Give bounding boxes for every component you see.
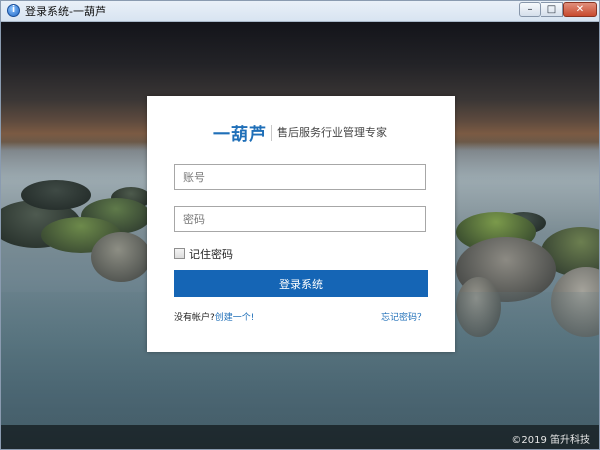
brand-slogan: 售后服务行业管理专家 bbox=[277, 126, 387, 139]
no-account-text: 没有帐户? bbox=[174, 313, 215, 323]
password-field[interactable] bbox=[174, 206, 426, 232]
forgot-password-link[interactable]: 忘记密码？ bbox=[381, 310, 426, 323]
footer-bar: ©2019 笛升科技 bbox=[1, 425, 599, 449]
close-icon: ✕ bbox=[575, 4, 585, 15]
remember-label[interactable]: 记住密码 bbox=[189, 246, 233, 262]
login-window: i 登录系统-一葫芦 – □ ✕ 一葫芦 售后服务行业管理专家 账号 记住密码 … bbox=[0, 0, 600, 450]
window-title: 登录系统-一葫芦 bbox=[25, 5, 106, 18]
copyright-text: ©2019 笛升科技 bbox=[511, 435, 590, 446]
minimize-icon: – bbox=[527, 4, 533, 15]
close-button[interactable]: ✕ bbox=[563, 2, 597, 17]
title-bar[interactable]: i 登录系统-一葫芦 – □ ✕ bbox=[1, 1, 599, 22]
maximize-button[interactable]: □ bbox=[541, 2, 563, 17]
minimize-button[interactable]: – bbox=[519, 2, 541, 17]
maximize-icon: □ bbox=[546, 4, 557, 15]
username-input[interactable] bbox=[183, 166, 423, 188]
remember-checkbox[interactable] bbox=[174, 248, 185, 259]
create-account-link[interactable]: 创建一个! bbox=[215, 313, 255, 323]
password-input[interactable] bbox=[183, 208, 423, 230]
signup-prompt: 没有帐户?创建一个! bbox=[174, 310, 254, 323]
rock bbox=[21, 180, 91, 210]
login-button[interactable]: 登录系统 bbox=[174, 270, 428, 297]
login-card: 一葫芦 售后服务行业管理专家 记住密码 登录系统 没有帐户?创建一个! 忘记密码… bbox=[147, 96, 455, 352]
username-field[interactable] bbox=[174, 164, 426, 190]
app-info-icon: i bbox=[7, 4, 20, 17]
rock bbox=[91, 232, 151, 282]
brand-logo: 一葫芦 bbox=[213, 125, 267, 145]
logo-divider bbox=[271, 125, 272, 141]
